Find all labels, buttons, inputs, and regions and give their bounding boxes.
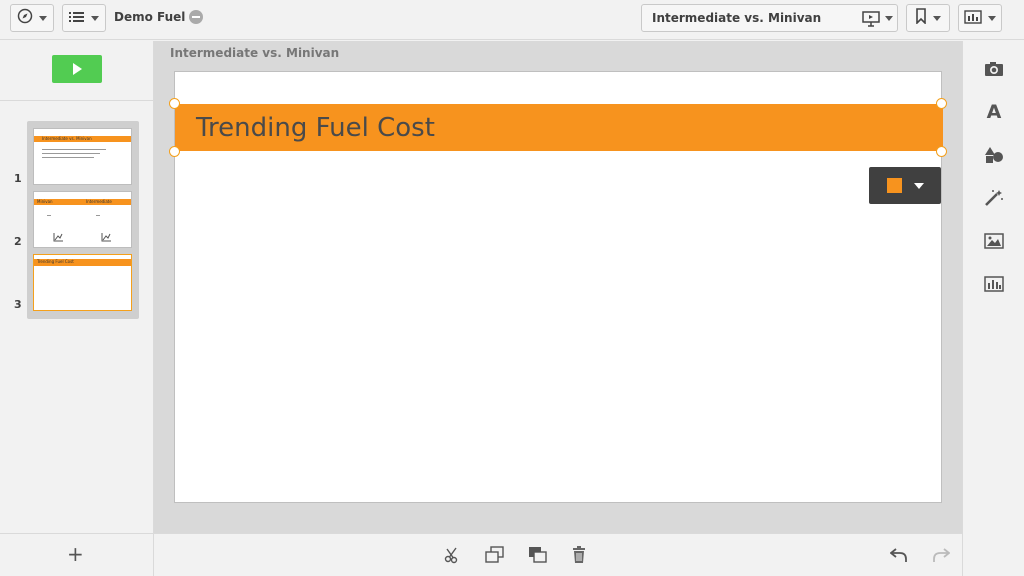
thumbnail-text-line bbox=[47, 215, 51, 216]
cut-icon[interactable] bbox=[441, 544, 463, 566]
bookmarks-button[interactable] bbox=[906, 4, 950, 32]
resize-handle[interactable] bbox=[169, 98, 180, 109]
chevron-down-icon bbox=[91, 15, 99, 21]
slide-panel-footer: + bbox=[0, 533, 153, 576]
list-icon bbox=[69, 9, 85, 28]
story-selector[interactable]: Intermediate vs. Minivan bbox=[641, 4, 898, 32]
app-title: Demo Fuel bbox=[114, 10, 204, 24]
bookmark-icon bbox=[915, 8, 927, 28]
present-icon[interactable] bbox=[862, 11, 880, 31]
tools-panel: A bbox=[962, 41, 1024, 576]
snapshot-library-icon bbox=[964, 9, 982, 28]
redo-icon[interactable] bbox=[930, 544, 952, 566]
delete-icon[interactable] bbox=[568, 544, 590, 566]
app-title-text: Demo Fuel bbox=[114, 10, 186, 24]
thumbnail-text-line bbox=[42, 153, 100, 154]
slide-number: 2 bbox=[14, 235, 22, 248]
breadcrumb: Intermediate vs. Minivan bbox=[170, 46, 340, 60]
slide-thumbnail-3[interactable]: Trending Fuel Cost bbox=[33, 254, 132, 311]
divider bbox=[0, 100, 153, 101]
chevron-down-icon bbox=[988, 15, 996, 21]
story-name: Intermediate vs. Minivan bbox=[652, 11, 822, 25]
line-chart-icon bbox=[53, 227, 63, 246]
bottom-toolbar bbox=[154, 533, 962, 576]
thumbnail-column-left: Minivan bbox=[37, 199, 53, 204]
thumbnail-text-line bbox=[96, 215, 100, 216]
play-story-button[interactable] bbox=[52, 55, 102, 83]
line-chart-icon bbox=[101, 227, 111, 246]
add-slide-button[interactable]: + bbox=[67, 544, 84, 564]
camera-icon[interactable] bbox=[982, 57, 1006, 81]
slide-number: 3 bbox=[14, 298, 22, 311]
thumbnail-text-line bbox=[42, 157, 94, 158]
slide-title[interactable]: Trending Fuel Cost bbox=[196, 113, 435, 143]
slide-thumbnail-2[interactable]: Minivan Intermediate bbox=[33, 191, 132, 248]
global-menu-button[interactable] bbox=[62, 4, 106, 32]
chevron-down-icon bbox=[933, 15, 941, 21]
slide-number: 1 bbox=[14, 172, 22, 185]
chevron-down-icon[interactable] bbox=[885, 16, 893, 21]
shapes-icon[interactable] bbox=[982, 143, 1006, 167]
play-icon bbox=[72, 63, 82, 75]
story-editor: Intermediate vs. Minivan Trending Fuel C… bbox=[154, 41, 962, 533]
snapshot-library-button[interactable] bbox=[958, 4, 1002, 32]
color-swatch bbox=[887, 178, 902, 193]
slide-panel: Intermediate vs. Minivan Minivan Interme… bbox=[0, 41, 154, 576]
thumbnail-title: Trending Fuel Cost bbox=[37, 259, 74, 264]
thumbnail-title: Intermediate vs. Minivan bbox=[42, 136, 92, 141]
compass-icon bbox=[17, 8, 33, 28]
slide-canvas[interactable]: Trending Fuel Cost bbox=[169, 71, 947, 503]
resize-handle[interactable] bbox=[936, 98, 947, 109]
chevron-down-icon bbox=[914, 183, 924, 189]
top-toolbar: Demo Fuel Intermediate vs. Minivan bbox=[0, 0, 1024, 40]
slide-thumbnail-1[interactable]: Intermediate vs. Minivan bbox=[33, 128, 132, 185]
published-status-icon bbox=[189, 10, 204, 24]
chevron-down-icon bbox=[39, 15, 47, 21]
effects-icon[interactable] bbox=[982, 186, 1006, 210]
sheet-icon[interactable] bbox=[982, 272, 1006, 296]
resize-handle[interactable] bbox=[936, 146, 947, 157]
color-picker-button[interactable] bbox=[869, 167, 941, 204]
navigation-menu-button[interactable] bbox=[10, 4, 54, 32]
duplicate-icon[interactable] bbox=[484, 544, 506, 566]
undo-icon[interactable] bbox=[888, 544, 910, 566]
slide-title-object[interactable]: Trending Fuel Cost bbox=[175, 104, 943, 151]
slide-list: Intermediate vs. Minivan Minivan Interme… bbox=[27, 121, 139, 319]
thumbnail-text-line bbox=[42, 149, 106, 150]
thumbnail-column-right: Intermediate bbox=[86, 199, 112, 204]
layer-icon[interactable] bbox=[527, 544, 549, 566]
text-icon[interactable]: A bbox=[982, 100, 1006, 124]
image-icon[interactable] bbox=[982, 229, 1006, 253]
resize-handle[interactable] bbox=[169, 146, 180, 157]
